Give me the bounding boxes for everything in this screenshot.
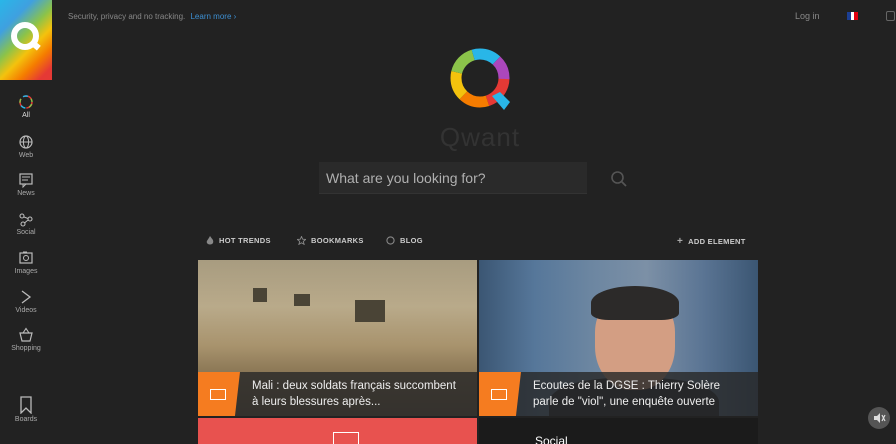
tab-label: HOT TRENDS bbox=[219, 236, 271, 245]
card-title: Social bbox=[535, 434, 568, 444]
tab-blog[interactable]: BLOG bbox=[386, 236, 423, 245]
sidebar-item-label: News bbox=[17, 190, 35, 197]
brand-name: Qwant bbox=[439, 122, 521, 152]
news-icon bbox=[19, 173, 33, 188]
add-element-button[interactable]: + ADD ELEMENT bbox=[677, 236, 746, 247]
news-card[interactable]: Ecoutes de la DGSE : Thierry Solère parl… bbox=[479, 260, 758, 416]
globe-icon bbox=[19, 135, 33, 149]
sidebar-item-news[interactable]: News bbox=[0, 172, 52, 197]
sidebar-item-boards[interactable]: Boards bbox=[0, 396, 52, 423]
vehicle-image bbox=[355, 300, 385, 322]
article-badge bbox=[198, 372, 240, 416]
all-icon bbox=[19, 95, 33, 109]
sound-toggle-button[interactable] bbox=[868, 407, 890, 429]
qwant-big-logo-icon bbox=[450, 48, 510, 110]
social-icon bbox=[19, 213, 33, 227]
sidebar-item-videos[interactable]: Videos bbox=[0, 289, 52, 314]
sidebar: All Web News Social Images Videos Shoppi… bbox=[0, 0, 52, 444]
tagline-text: Security, privacy and no tracking. bbox=[68, 12, 186, 21]
sidebar-item-web[interactable]: Web bbox=[0, 134, 52, 159]
tab-label: BLOG bbox=[400, 236, 423, 245]
star-icon bbox=[297, 236, 306, 245]
chevron-right-icon: › bbox=[233, 12, 237, 21]
menu-icon[interactable] bbox=[886, 11, 895, 21]
sidebar-item-social[interactable]: Social bbox=[0, 211, 52, 236]
tab-label: ADD ELEMENT bbox=[688, 237, 746, 246]
top-bar: Security, privacy and no tracking. Learn… bbox=[52, 0, 896, 34]
login-link[interactable]: Log in bbox=[795, 11, 820, 21]
search-icon[interactable] bbox=[610, 170, 628, 188]
sidebar-item-label: Videos bbox=[15, 307, 37, 314]
learn-more-link[interactable]: Learn more bbox=[190, 12, 231, 21]
content-tabs: HOT TRENDS BOOKMARKS BLOG + ADD ELEMENT bbox=[198, 232, 758, 252]
screen-icon bbox=[333, 432, 359, 444]
sidebar-item-label: Social bbox=[16, 229, 36, 236]
sidebar-item-label: Shopping bbox=[11, 345, 41, 352]
article-icon bbox=[210, 389, 226, 400]
sidebar-item-label: Boards bbox=[14, 416, 38, 423]
news-card[interactable] bbox=[198, 418, 477, 444]
card-title: Ecoutes de la DGSE : Thierry Solère parl… bbox=[533, 380, 721, 408]
article-badge bbox=[479, 372, 521, 416]
french-flag-icon[interactable] bbox=[847, 12, 859, 20]
search-box bbox=[319, 162, 587, 194]
tab-bookmarks[interactable]: BOOKMARKS bbox=[297, 236, 364, 245]
bookmark-icon bbox=[20, 396, 32, 414]
plus-icon: + bbox=[677, 236, 684, 247]
news-card[interactable]: Social bbox=[479, 418, 758, 444]
shopping-icon bbox=[19, 327, 33, 342]
flame-icon bbox=[206, 236, 214, 245]
sidebar-item-all[interactable]: All bbox=[0, 94, 52, 119]
qwant-logo[interactable] bbox=[0, 0, 52, 80]
sidebar-item-images[interactable]: Images bbox=[0, 250, 52, 275]
news-card[interactable]: Mali : deux soldats français succombent … bbox=[198, 260, 477, 416]
search-input[interactable] bbox=[319, 162, 587, 193]
blog-icon bbox=[386, 236, 395, 245]
sidebar-item-shopping[interactable]: Shopping bbox=[0, 327, 52, 352]
speaker-icon bbox=[874, 413, 886, 423]
sidebar-item-label: Images bbox=[14, 268, 38, 275]
tab-hot-trends[interactable]: HOT TRENDS bbox=[206, 236, 271, 245]
tab-label: BOOKMARKS bbox=[311, 236, 364, 245]
video-icon bbox=[21, 290, 32, 304]
privacy-tagline: Security, privacy and no tracking. Learn… bbox=[68, 12, 236, 21]
card-title: Mali : deux soldats français succombent … bbox=[252, 380, 456, 408]
sidebar-item-label: All bbox=[22, 112, 30, 119]
article-icon bbox=[491, 389, 507, 400]
image-icon bbox=[19, 251, 33, 264]
sidebar-item-label: Web bbox=[18, 152, 34, 159]
